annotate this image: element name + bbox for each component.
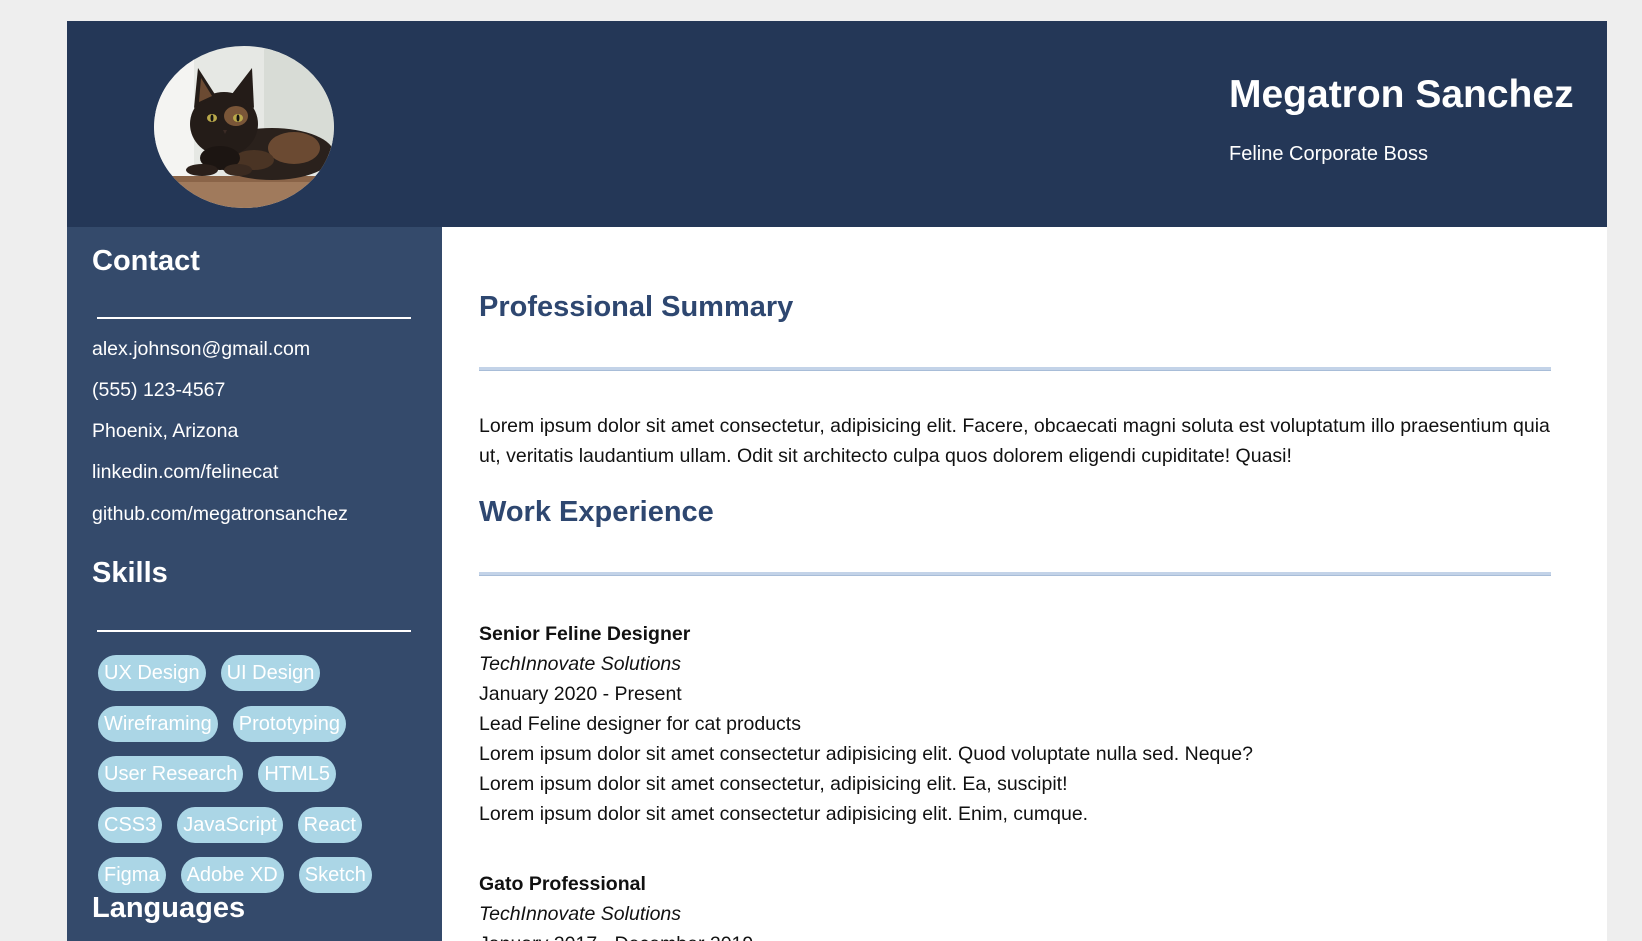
skills-heading: Skills — [92, 557, 168, 589]
job-role: Senior Feline Designer — [479, 623, 691, 645]
job-description-line: Lorem ipsum dolor sit amet consectetur, … — [479, 773, 1068, 795]
job-description-line: Lead Feline designer for cat products — [479, 713, 801, 735]
job-company: TechInnovate Solutions — [479, 903, 682, 925]
skill-tag: User Research — [98, 756, 244, 792]
job-entry: Gato Professional TechInnovate Solutions… — [479, 869, 1574, 941]
skill-tag: Adobe XD — [180, 857, 284, 893]
contact-divider — [97, 317, 411, 319]
skill-tag: Wireframing — [98, 705, 218, 742]
job-description-line: Lorem ipsum dolor sit amet consectetur a… — [479, 803, 1089, 825]
skill-tag: JavaScript — [177, 806, 283, 843]
resume-header: Megatron Sanchez Feline Corporate Boss — [67, 21, 1607, 227]
experience-heading: Work Experience — [479, 496, 714, 528]
skill-row: UX Design UI Design — [98, 655, 418, 692]
skill-row: CSS3 JavaScript React — [98, 806, 418, 844]
contact-email[interactable]: alex.johnson@gmail.com — [92, 338, 310, 361]
contact-heading: Contact — [92, 245, 200, 277]
sidebar: Contact alex.johnson@gmail.com (555) 123… — [67, 227, 442, 941]
candidate-title: Feline Corporate Boss — [1229, 143, 1428, 165]
cat-photo-icon — [154, 46, 334, 208]
skill-tag: Sketch — [298, 857, 372, 893]
contact-location: Phoenix, Arizona — [92, 420, 239, 442]
job-entry: Senior Feline Designer TechInnovate Solu… — [479, 619, 1574, 829]
profile-photo — [154, 46, 334, 208]
job-description-line: Lorem ipsum dolor sit amet consectetur a… — [479, 743, 1253, 765]
contact-linkedin[interactable]: linkedin.com/felinecat — [92, 461, 278, 484]
skill-tag: HTML5 — [258, 756, 336, 792]
contact-phone: (555) 123-4567 — [92, 379, 226, 401]
job-dates: January 2020 - Present — [479, 683, 682, 705]
skill-tag: UX Design — [98, 655, 206, 691]
experience-divider — [479, 572, 1551, 576]
resume-page: Megatron Sanchez Feline Corporate Boss C… — [67, 21, 1607, 941]
summary-text: Lorem ipsum dolor sit amet consectetur, … — [479, 415, 1550, 467]
job-company: TechInnovate Solutions — [479, 653, 682, 675]
skill-row: Wireframing Prototyping — [98, 705, 418, 743]
skill-tag: Prototyping — [232, 705, 346, 742]
candidate-name: Megatron Sanchez — [1229, 73, 1574, 116]
skill-tag: React — [297, 806, 362, 843]
skill-row: Figma Adobe XD Sketch — [98, 857, 418, 894]
summary-divider — [479, 367, 1551, 371]
skill-tag: Figma — [98, 857, 166, 893]
contact-github[interactable]: github.com/megatronsanchez — [92, 503, 348, 526]
skills-divider — [97, 630, 411, 632]
languages-heading: Languages — [92, 892, 246, 924]
job-dates: January 2017 - December 2019 — [479, 929, 1574, 941]
main-content: Professional Summary Lorem ipsum dolor s… — [442, 227, 1607, 941]
skill-tag: CSS3 — [98, 806, 163, 843]
summary-heading: Professional Summary — [479, 291, 794, 323]
skill-row: User Research HTML5 — [98, 756, 418, 793]
job-role: Gato Professional — [479, 873, 646, 895]
skill-tag: UI Design — [220, 655, 321, 691]
skills-list: UX Design UI Design Wireframing Prototyp… — [98, 655, 418, 908]
